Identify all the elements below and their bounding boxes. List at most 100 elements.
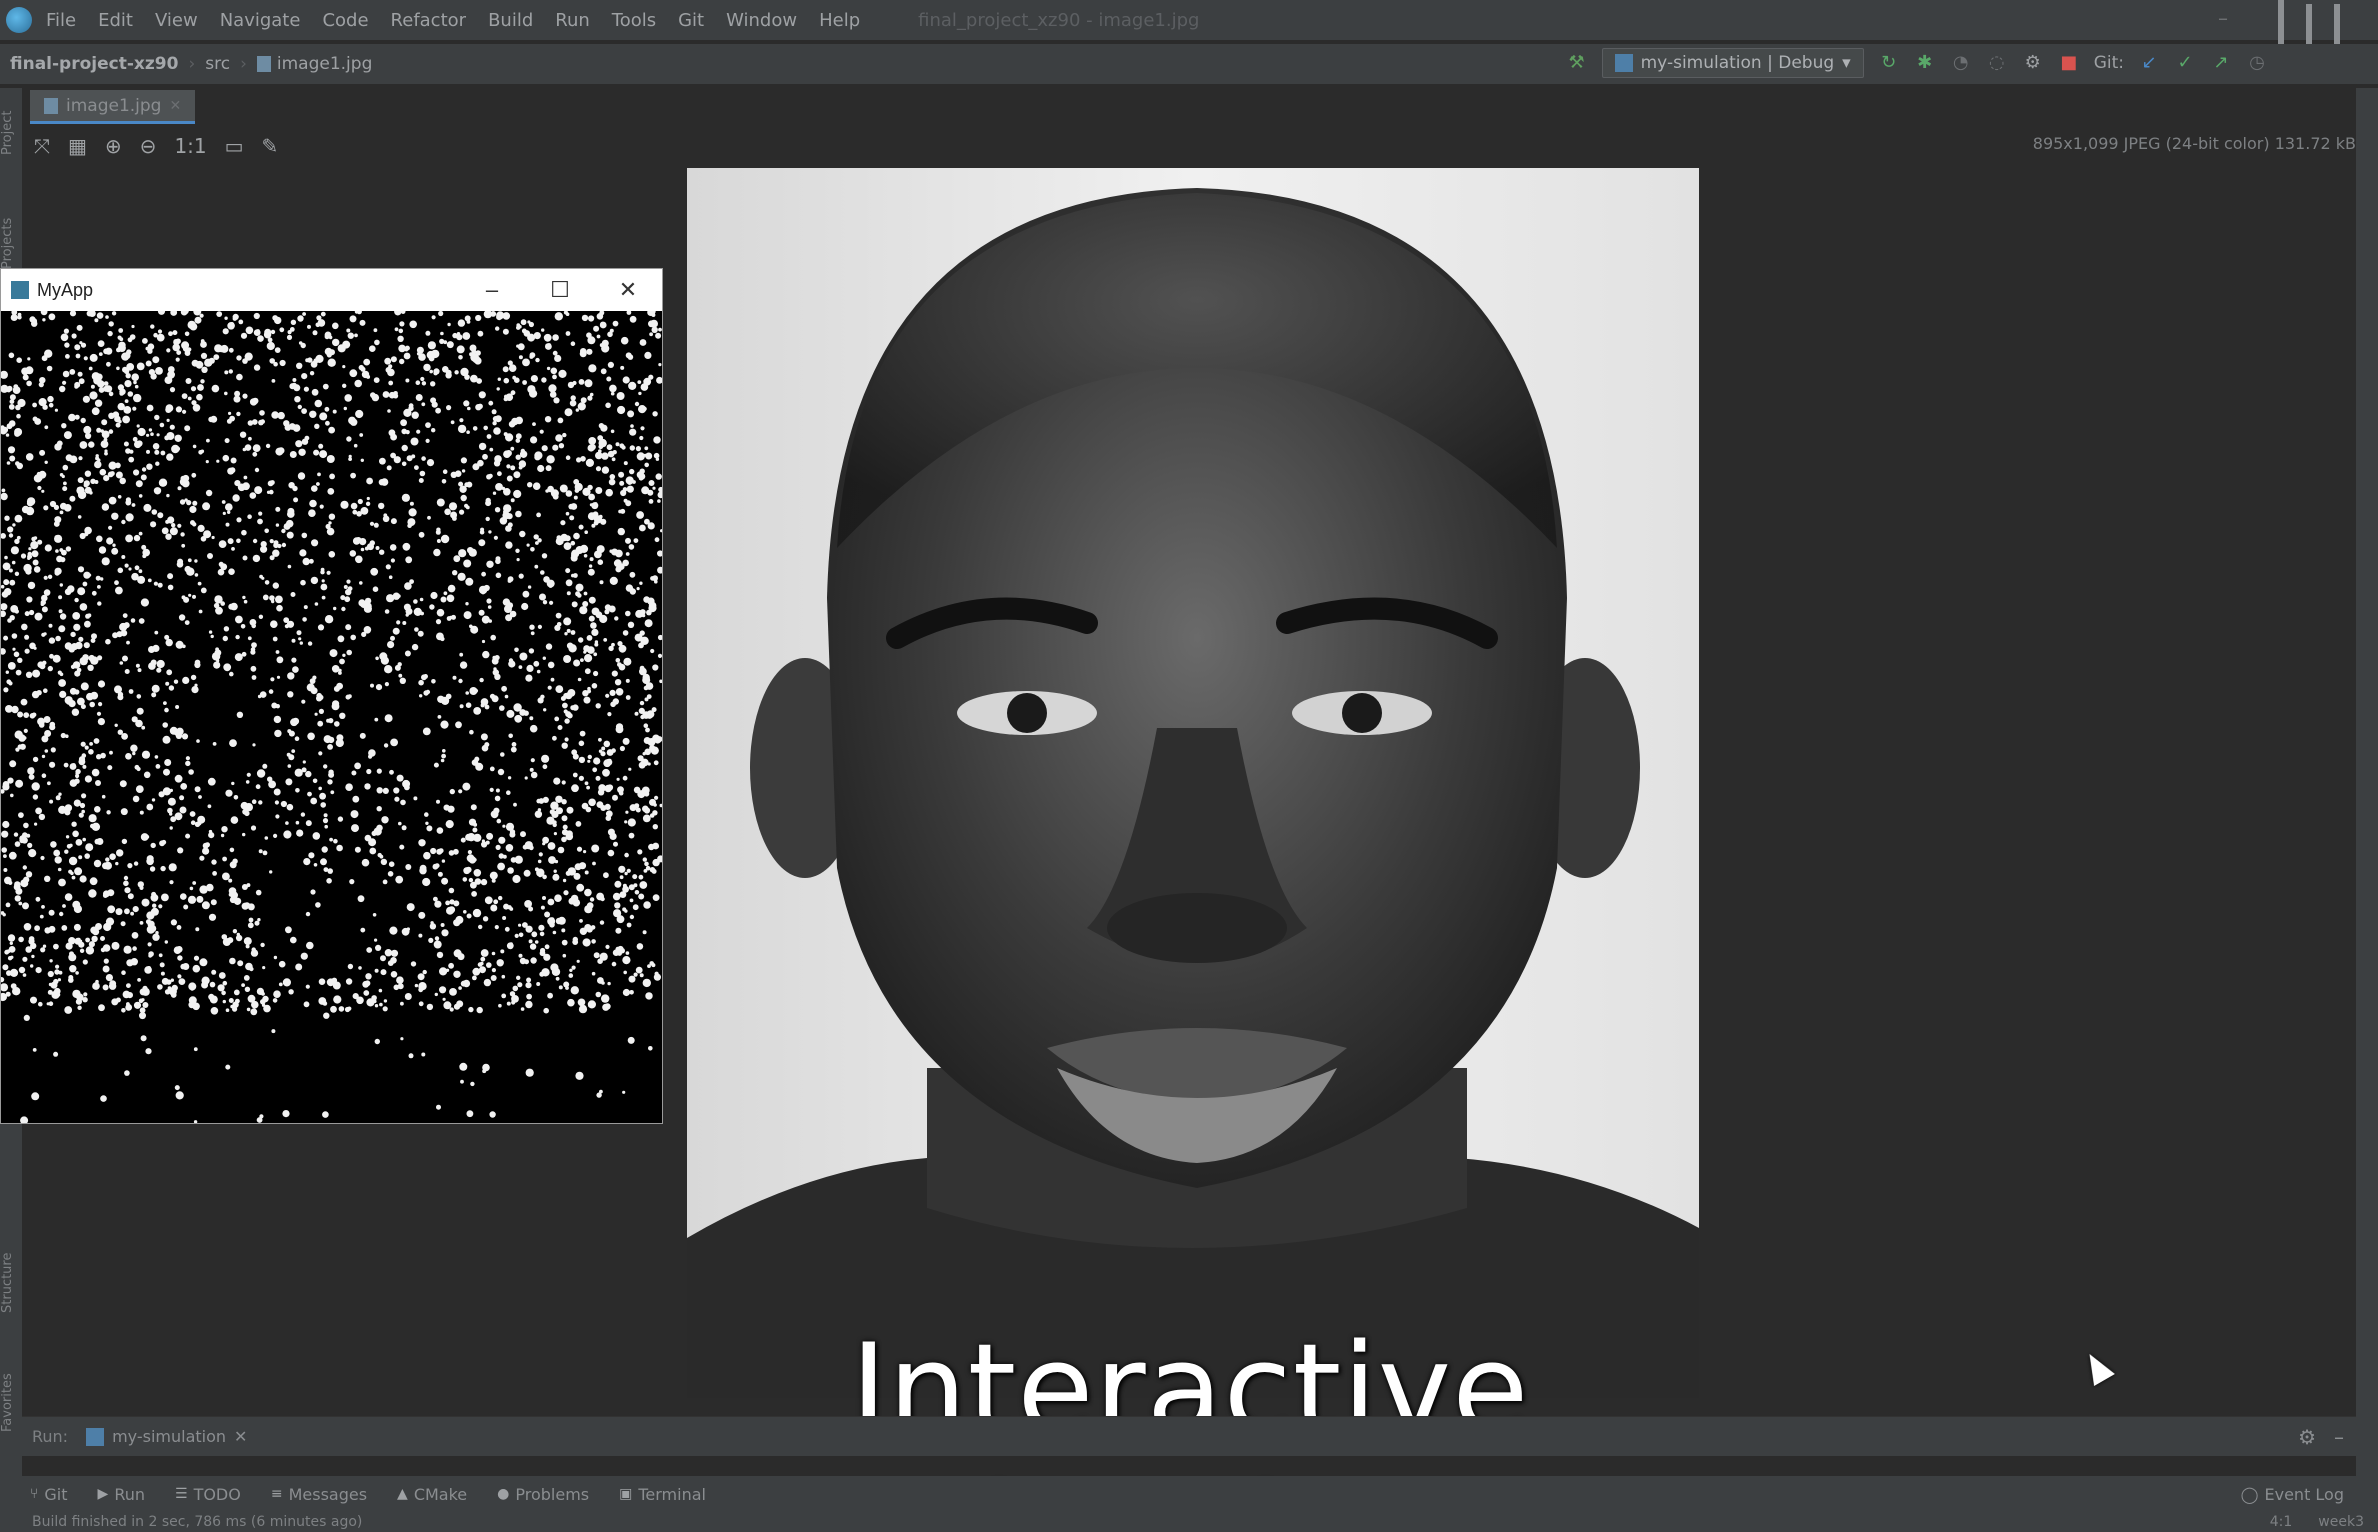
- stipple-dot: [74, 344, 81, 351]
- tool-window-git[interactable]: ⑂ Git: [30, 1485, 68, 1504]
- stipple-dot: [169, 424, 175, 430]
- menu-git[interactable]: Git: [678, 10, 704, 31]
- menu-code[interactable]: Code: [322, 10, 368, 31]
- stipple-dot: [438, 848, 444, 854]
- menu-refactor[interactable]: Refactor: [391, 10, 467, 31]
- git-history-icon[interactable]: ◷: [2246, 52, 2268, 74]
- stipple-dot: [159, 840, 165, 847]
- stipple-dot: [260, 545, 268, 553]
- git-commit-icon[interactable]: ✓: [2174, 52, 2196, 74]
- stipple-dot: [525, 674, 533, 682]
- close-tab-icon[interactable]: ✕: [234, 1427, 247, 1446]
- stop-icon[interactable]: ■: [2058, 52, 2080, 74]
- hide-panel-icon[interactable]: –: [2334, 1425, 2344, 1449]
- myapp-window[interactable]: MyApp – ☐ ✕: [0, 268, 665, 1125]
- tool-tab-favorites[interactable]: Favorites: [0, 1358, 22, 1448]
- grid-icon[interactable]: ▦: [68, 134, 87, 158]
- maximize-icon[interactable]: ☐: [526, 277, 594, 303]
- stipple-dot: [317, 720, 324, 727]
- stipple-dot: [147, 920, 155, 928]
- stipple-dot: [131, 324, 135, 329]
- rerun-icon[interactable]: ↻: [1878, 52, 1900, 74]
- stipple-dot: [291, 638, 296, 643]
- tool-window-problems[interactable]: ● Problems: [497, 1485, 589, 1504]
- stipple-dot: [449, 988, 457, 996]
- editor-tab-image1[interactable]: image1.jpg ✕: [30, 90, 196, 124]
- tool-window-todo[interactable]: ☰ TODO: [175, 1485, 241, 1504]
- tool-window-cmake[interactable]: ▲ CMake: [397, 1485, 467, 1504]
- stipple-dot: [413, 796, 418, 801]
- coverage-icon[interactable]: ◔: [1950, 52, 1972, 74]
- stipple-dot: [637, 755, 644, 762]
- stipple-dot: [91, 935, 98, 943]
- zoom-in-icon[interactable]: ⊕: [105, 134, 122, 158]
- debug-bug-icon[interactable]: ✱: [1914, 52, 1936, 74]
- stipple-dot: [41, 606, 48, 613]
- stipple-dot: [21, 623, 28, 631]
- menu-edit[interactable]: Edit: [98, 10, 133, 31]
- stipple-drawing-canvas[interactable]: [0, 307, 665, 1125]
- run-configuration-select[interactable]: my-simulation | Debug ▾: [1601, 48, 1864, 78]
- git-update-icon[interactable]: ↙: [2138, 52, 2160, 74]
- build-hammer-icon[interactable]: ⚒: [1566, 52, 1588, 74]
- menu-file[interactable]: File: [46, 10, 76, 31]
- stipple-dot: [92, 985, 96, 989]
- stipple-dot: [622, 487, 628, 492]
- tool-tab-project[interactable]: Project: [0, 98, 22, 168]
- background-icon[interactable]: ▭: [225, 134, 244, 158]
- attach-debugger-icon[interactable]: ⚙: [2022, 52, 2044, 74]
- menu-navigate[interactable]: Navigate: [220, 10, 301, 31]
- breadcrumb-project[interactable]: final-project-xz90: [10, 54, 178, 74]
- cursor-position[interactable]: 4:1: [2270, 1514, 2293, 1530]
- event-log-button[interactable]: ◯ Event Log: [2241, 1485, 2344, 1504]
- menu-help[interactable]: Help: [819, 10, 860, 31]
- menu-tools[interactable]: Tools: [612, 10, 656, 31]
- stipple-dot: [97, 718, 105, 726]
- stipple-dot: [623, 970, 627, 975]
- stipple-dot: [404, 993, 412, 1000]
- minimize-icon[interactable]: –: [2218, 6, 2228, 30]
- menu-run[interactable]: Run: [555, 10, 590, 31]
- color-picker-icon[interactable]: ✎: [262, 134, 279, 158]
- close-icon[interactable]: ✕: [594, 277, 662, 303]
- stipple-dot: [411, 643, 419, 651]
- fit-to-window-icon[interactable]: ⤧: [34, 134, 50, 158]
- settings-gear-icon[interactable]: ⚙: [2298, 1425, 2316, 1449]
- tool-window-terminal[interactable]: ▣ Terminal: [619, 1485, 706, 1504]
- tool-window-messages[interactable]: ≡ Messages: [271, 1485, 367, 1504]
- stipple-dot: [486, 474, 492, 480]
- stipple-dot: [625, 537, 631, 544]
- breadcrumb-file[interactable]: image1.jpg: [277, 54, 372, 74]
- stipple-dot: [498, 836, 506, 844]
- stipple-dot: [639, 881, 648, 889]
- tool-window-run[interactable]: ▶ Run: [98, 1485, 145, 1504]
- zoom-out-icon[interactable]: ⊖: [140, 134, 157, 158]
- close-tab-icon[interactable]: ✕: [169, 98, 181, 114]
- tool-tab-structure[interactable]: Structure: [0, 1238, 22, 1328]
- profile-icon[interactable]: ◌: [1986, 52, 2008, 74]
- breadcrumb-folder[interactable]: src: [205, 54, 230, 74]
- actual-size-icon[interactable]: 1:1: [174, 134, 206, 158]
- stipple-dot: [228, 347, 234, 353]
- menu-window[interactable]: Window: [726, 10, 797, 31]
- stipple-dot: [375, 684, 383, 691]
- menu-build[interactable]: Build: [488, 10, 533, 31]
- stipple-dot: [65, 354, 70, 359]
- minimize-icon[interactable]: –: [458, 277, 526, 303]
- stipple-dot: [321, 595, 326, 600]
- stipple-dot: [384, 682, 389, 687]
- stipple-dot: [44, 749, 49, 753]
- stipple-dot: [599, 952, 608, 961]
- stipple-dot: [44, 460, 48, 464]
- git-push-icon[interactable]: ↗: [2210, 52, 2232, 74]
- myapp-title-bar[interactable]: MyApp – ☐ ✕: [1, 269, 662, 311]
- stipple-dot: [120, 629, 128, 637]
- stipple-dot: [422, 969, 427, 975]
- stipple-dot: [202, 842, 209, 849]
- stipple-dot: [629, 428, 637, 436]
- git-branch[interactable]: week3: [2318, 1514, 2364, 1530]
- run-tab-my-simulation[interactable]: my-simulation ✕: [86, 1427, 247, 1446]
- stipple-dot: [394, 796, 400, 802]
- menu-view[interactable]: View: [155, 10, 198, 31]
- stipple-dot: [171, 984, 178, 992]
